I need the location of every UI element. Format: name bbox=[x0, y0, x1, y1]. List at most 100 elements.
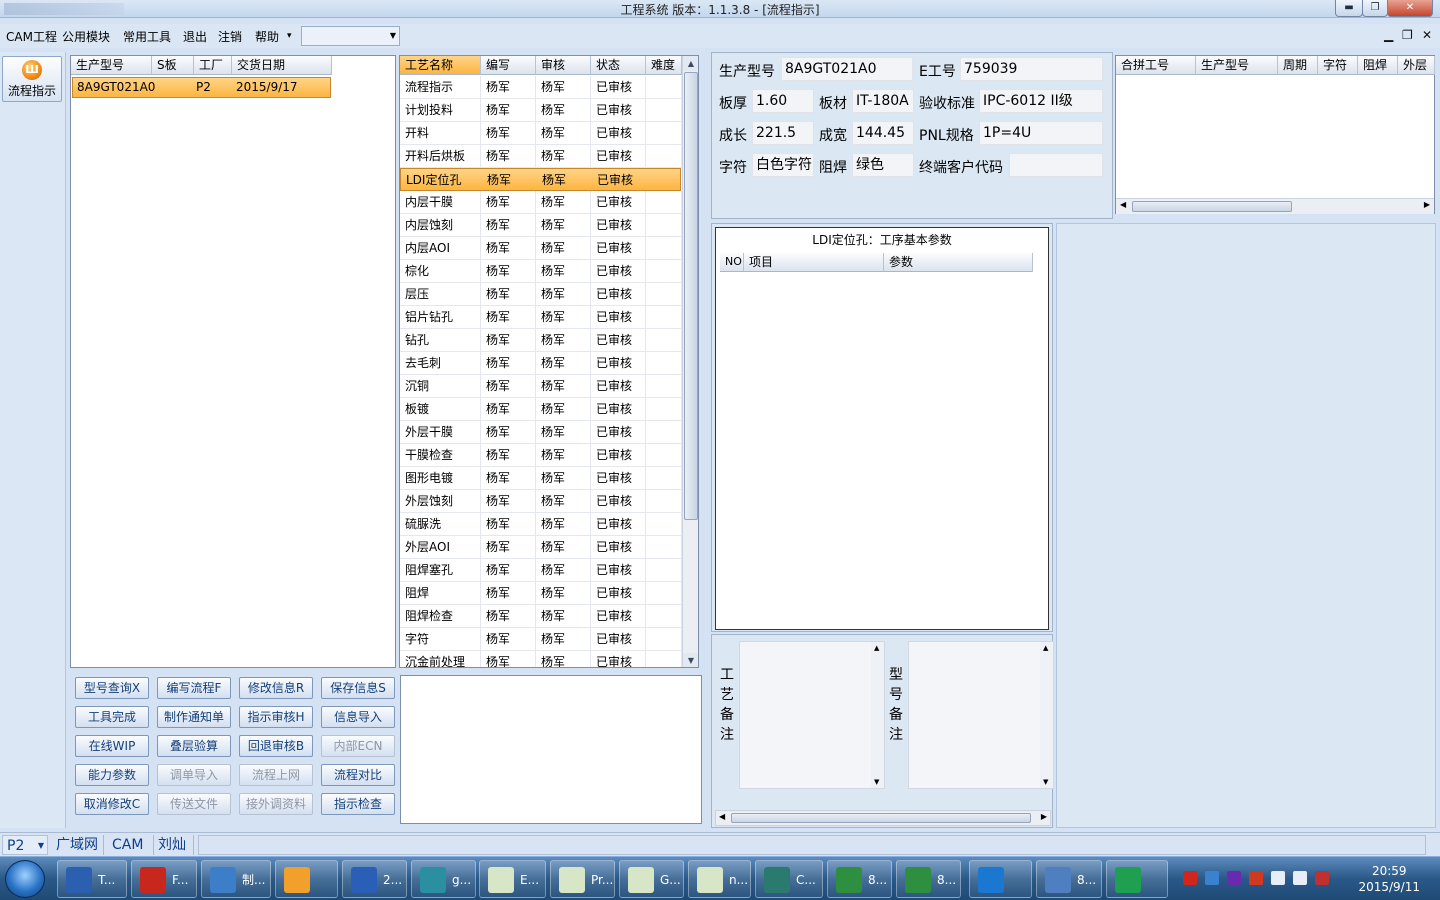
action-button[interactable]: 工具完成 bbox=[75, 706, 149, 728]
col-model[interactable]: 生产型号 bbox=[71, 56, 152, 75]
taskbar-app-word[interactable]: 2... bbox=[342, 860, 407, 898]
process-scrollbar[interactable]: ▲ ▼ bbox=[682, 56, 698, 667]
action-button[interactable]: 信息导入 bbox=[321, 706, 395, 728]
taskbar-app-pr[interactable]: Pr... bbox=[550, 860, 615, 898]
scroll-down-icon[interactable]: ▼ bbox=[683, 653, 698, 667]
table-row[interactable]: 沉金前处理 杨军 杨军 已审核 bbox=[400, 651, 682, 667]
col-process-name[interactable]: 工艺名称 bbox=[400, 56, 481, 75]
mdi-minimize-button[interactable]: ▁ bbox=[1384, 28, 1393, 42]
menu-logout[interactable]: 注销 bbox=[218, 28, 242, 45]
scroll-up-icon[interactable]: ▲ bbox=[874, 644, 879, 652]
table-row[interactable]: 钻孔 杨军 杨军 已审核 bbox=[400, 329, 682, 352]
scroll-up-icon[interactable]: ▲ bbox=[1043, 644, 1048, 652]
table-row[interactable]: 字符 杨军 杨军 已审核 bbox=[400, 628, 682, 651]
scroll-right-icon[interactable]: ▶ bbox=[1041, 812, 1047, 821]
action-button[interactable]: 修改信息R bbox=[239, 677, 313, 699]
remark-scrollbar[interactable]: ▲ ▼ bbox=[871, 642, 884, 788]
table-row[interactable]: 图形电镀 杨军 杨军 已审核 bbox=[400, 467, 682, 490]
x-icon[interactable] bbox=[1227, 871, 1241, 885]
taskbar-app-excel2[interactable]: 8... bbox=[896, 860, 961, 898]
action-button[interactable]: 型号查询X bbox=[75, 677, 149, 699]
table-row[interactable]: 去毛刺 杨军 杨军 已审核 bbox=[400, 352, 682, 375]
taskbar-app-foxit[interactable] bbox=[969, 860, 1032, 898]
factory-combo[interactable]: P2 ▼ bbox=[2, 835, 48, 855]
volume-icon[interactable] bbox=[1293, 871, 1307, 885]
action-button[interactable]: 回退审核B bbox=[239, 735, 313, 757]
menu-combo[interactable]: ▼ bbox=[301, 26, 400, 46]
col-reviewer[interactable]: 审核 bbox=[536, 56, 591, 75]
col-merge-no[interactable]: 合拼工号 bbox=[1116, 56, 1196, 75]
taskbar-clock[interactable]: 20:59 2015/9/11 bbox=[1358, 863, 1420, 895]
table-row[interactable]: 阻焊塞孔 杨军 杨军 已审核 bbox=[400, 559, 682, 582]
table-row[interactable]: 开料 杨军 杨军 已审核 bbox=[400, 122, 682, 145]
mdi-close-button[interactable]: ✕ bbox=[1422, 28, 1432, 42]
col-outer[interactable]: 外层 bbox=[1398, 56, 1435, 75]
action-button[interactable]: 制作通知单 bbox=[157, 706, 231, 728]
scroll-right-icon[interactable]: ▶ bbox=[1424, 200, 1430, 209]
taskbar-app-c[interactable]: C... bbox=[755, 860, 823, 898]
action-button[interactable]: 能力参数 bbox=[75, 764, 149, 786]
table-row[interactable]: 计划投料 杨军 杨军 已审核 bbox=[400, 99, 682, 122]
table-row[interactable]: 阻焊 杨军 杨军 已审核 bbox=[400, 582, 682, 605]
table-row[interactable]: 阻焊检查 杨军 杨军 已审核 bbox=[400, 605, 682, 628]
scroll-thumb[interactable] bbox=[684, 72, 698, 520]
col-no[interactable]: NO bbox=[720, 253, 744, 272]
action-button[interactable]: 流程对比 bbox=[321, 764, 395, 786]
table-row[interactable]: 外层干膜 杨军 杨军 已审核 bbox=[400, 421, 682, 444]
col-factory[interactable]: 工厂 bbox=[194, 56, 232, 75]
scroll-down-icon[interactable]: ▼ bbox=[874, 778, 879, 786]
action-button[interactable]: 在线WIP bbox=[75, 735, 149, 757]
merge-hscrollbar[interactable]: ◀ ▶ bbox=[1116, 198, 1434, 214]
table-row[interactable]: 板镀 杨军 杨军 已审核 bbox=[400, 398, 682, 421]
taskbar-app-shell[interactable] bbox=[275, 860, 338, 898]
scroll-left-icon[interactable]: ◀ bbox=[1120, 200, 1126, 209]
action-button[interactable]: 保存信息S bbox=[321, 677, 395, 699]
menu-cam[interactable]: CAM工程 bbox=[6, 28, 57, 45]
model-remark-field[interactable]: ▲ ▼ bbox=[908, 641, 1054, 789]
remarks-hscrollbar[interactable]: ◀ ▶ bbox=[715, 810, 1051, 826]
table-row[interactable]: 外层AOI 杨军 杨军 已审核 bbox=[400, 536, 682, 559]
action-button[interactable]: 取消修改C bbox=[75, 793, 149, 815]
taskbar-app-doc[interactable]: 制... bbox=[201, 860, 271, 898]
action-button[interactable]: 叠层验算 bbox=[157, 735, 231, 757]
scroll-up-icon[interactable]: ▲ bbox=[683, 56, 698, 71]
merge-scroll-thumb[interactable] bbox=[1132, 201, 1292, 212]
minimize-button[interactable]: ▬ bbox=[1335, 0, 1363, 17]
taskbar-app-t[interactable]: T... bbox=[57, 860, 127, 898]
col-mask[interactable]: 阻焊 bbox=[1358, 56, 1398, 75]
table-row[interactable]: 棕化 杨军 杨军 已审核 bbox=[400, 260, 682, 283]
menu-common[interactable]: 公用模块 bbox=[62, 28, 110, 45]
col-delivery[interactable]: 交货日期 bbox=[232, 56, 332, 75]
table-row[interactable]: 内层蚀刻 杨军 杨军 已审核 bbox=[400, 214, 682, 237]
acrobat-icon[interactable] bbox=[1183, 871, 1197, 885]
table-row[interactable]: 沉铜 杨军 杨军 已审核 bbox=[400, 375, 682, 398]
alert-icon[interactable] bbox=[1315, 871, 1329, 885]
taskbar-app-f[interactable]: F... bbox=[131, 860, 197, 898]
table-row[interactable]: 流程指示 杨军 杨军 已审核 bbox=[400, 76, 682, 99]
taskbar-app-a[interactable]: 8... bbox=[1036, 860, 1102, 898]
mdi-restore-button[interactable]: ❐ bbox=[1402, 28, 1413, 42]
help-dropdown-icon[interactable]: ▾ bbox=[287, 31, 292, 41]
table-row[interactable]: 8A9GT021A0 P2 2015/9/17 bbox=[72, 77, 331, 98]
col-merge-model[interactable]: 生产型号 bbox=[1196, 56, 1278, 75]
process-remark-field[interactable]: ▲ ▼ bbox=[739, 641, 885, 789]
taskbar-app-gx[interactable]: G... bbox=[619, 860, 684, 898]
flag-icon[interactable] bbox=[1249, 871, 1263, 885]
col-writer[interactable]: 编写 bbox=[481, 56, 536, 75]
remark-scrollbar[interactable]: ▲ ▼ bbox=[1040, 642, 1053, 788]
table-row[interactable]: 层压 杨军 杨军 已审核 bbox=[400, 283, 682, 306]
table-row[interactable]: 内层干膜 杨军 杨军 已审核 bbox=[400, 191, 682, 214]
action-button[interactable]: 编写流程F bbox=[157, 677, 231, 699]
table-row[interactable]: LDI定位孔 杨军 杨军 已审核 bbox=[400, 168, 681, 191]
output-box[interactable] bbox=[400, 675, 702, 824]
remarks-scroll-thumb[interactable] bbox=[731, 813, 1031, 823]
col-status[interactable]: 状态 bbox=[591, 56, 646, 75]
table-row[interactable]: 干膜检查 杨军 杨军 已审核 bbox=[400, 444, 682, 467]
table-row[interactable]: 外层蚀刻 杨军 杨军 已审核 bbox=[400, 490, 682, 513]
table-row[interactable]: 硫脲洗 杨军 杨军 已审核 bbox=[400, 513, 682, 536]
action-button[interactable]: 指示审核H bbox=[239, 706, 313, 728]
close-button[interactable]: ✕ bbox=[1387, 0, 1433, 17]
maximize-button[interactable]: ❐ bbox=[1362, 0, 1388, 17]
taskbar-app-n[interactable]: n... bbox=[688, 860, 751, 898]
scroll-left-icon[interactable]: ◀ bbox=[719, 812, 725, 821]
